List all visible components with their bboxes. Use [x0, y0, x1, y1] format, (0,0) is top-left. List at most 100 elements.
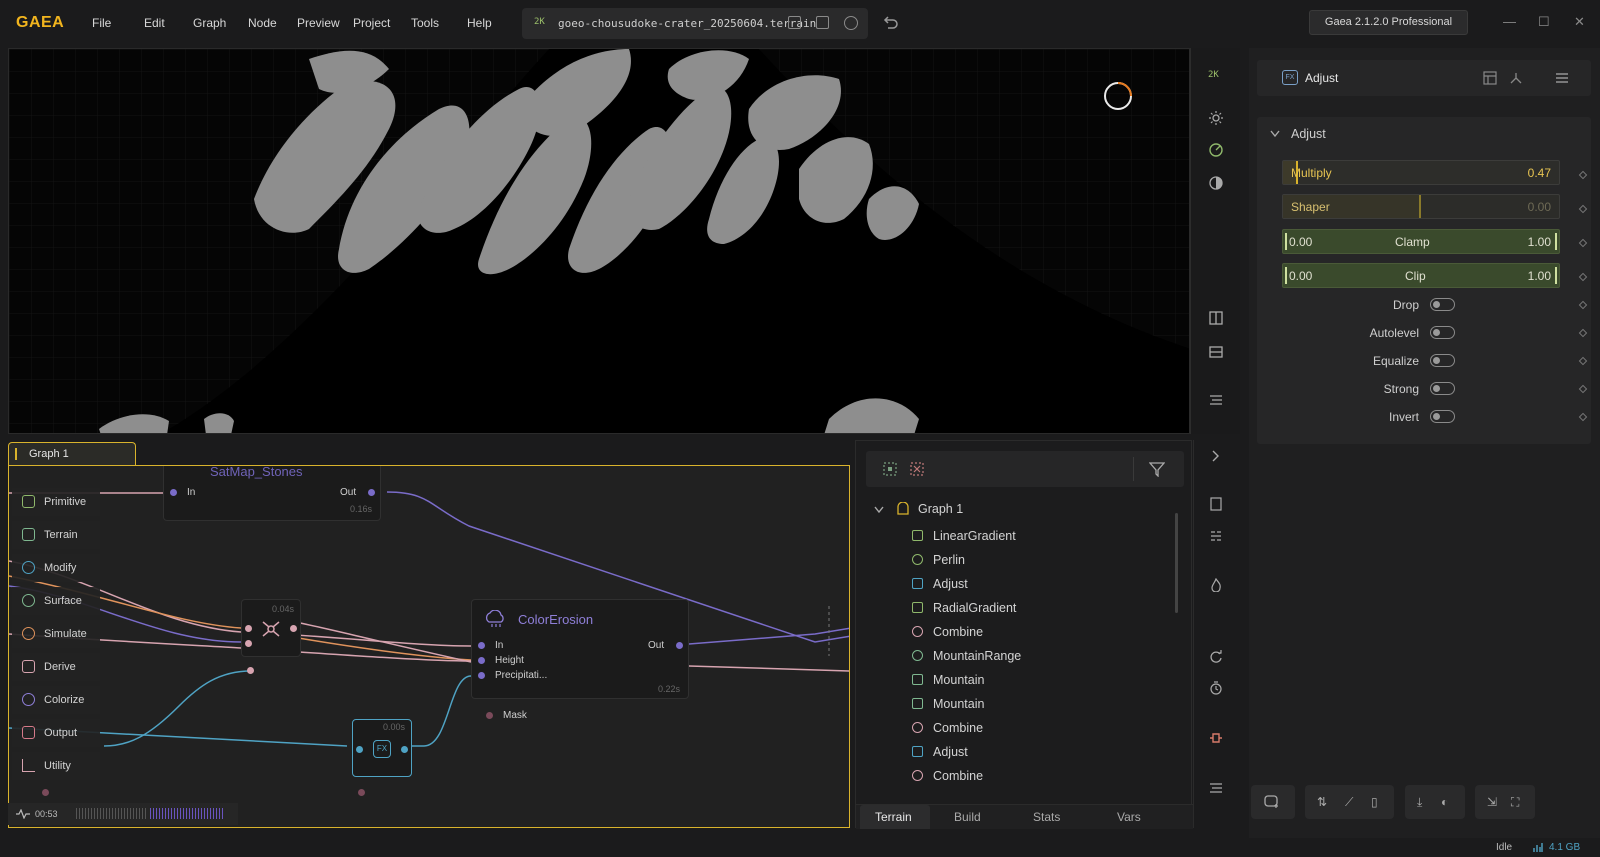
palette-surface[interactable]: Surface: [12, 587, 100, 615]
clamp-keyframe-icon[interactable]: [1578, 238, 1588, 248]
list-menu-icon[interactable]: [1209, 781, 1223, 795]
shaper-slider[interactable]: Shaper 0.00: [1282, 194, 1560, 219]
in-port[interactable]: [478, 642, 485, 649]
3d-viewport[interactable]: [8, 48, 1190, 434]
node-satmap-stones[interactable]: SatMap_Stones In Out 0.16s: [163, 466, 381, 521]
palette-terrain[interactable]: Terrain: [12, 521, 100, 549]
list-item[interactable]: Mountain: [856, 697, 1156, 714]
section-title[interactable]: Adjust: [1291, 127, 1326, 141]
list-item[interactable]: Perlin: [856, 553, 1156, 570]
drop-keyframe-icon[interactable]: [1578, 300, 1588, 310]
refresh-icon[interactable]: [1209, 650, 1223, 664]
undo-icon[interactable]: [882, 15, 898, 29]
tab-stats[interactable]: Stats: [1033, 810, 1060, 824]
palette-modify[interactable]: Modify: [12, 554, 100, 582]
autolevel-keyframe-icon[interactable]: [1578, 328, 1588, 338]
chevron-right-icon[interactable]: [1211, 450, 1221, 462]
palette-simulate[interactable]: Simulate: [12, 620, 100, 648]
input2-port[interactable]: [245, 640, 252, 647]
mask-port[interactable]: [486, 712, 493, 719]
layout-icon[interactable]: [1208, 344, 1224, 360]
chevron-down-icon[interactable]: [873, 505, 885, 515]
tab-graph-1[interactable]: Graph 1: [8, 442, 136, 466]
node-name[interactable]: Adjust: [1305, 71, 1338, 85]
menu-preview[interactable]: Preview: [297, 16, 340, 30]
palette-utility[interactable]: Utility: [12, 752, 100, 780]
list-item[interactable]: RadialGradient: [856, 601, 1156, 618]
clamp-min-handle[interactable]: [1285, 233, 1287, 250]
menu-project[interactable]: Project: [353, 16, 390, 30]
mask-port[interactable]: [247, 667, 254, 674]
in-port[interactable]: [356, 746, 363, 753]
save-as-icon[interactable]: [816, 16, 829, 29]
out-port[interactable]: [401, 746, 408, 753]
clamp-range[interactable]: 0.00 Clamp 1.00: [1282, 229, 1560, 254]
viewport-resolution-badge[interactable]: 2K: [1208, 70, 1219, 80]
multiply-keyframe-icon[interactable]: [1578, 170, 1588, 180]
list-item[interactable]: LinearGradient: [856, 529, 1156, 546]
align-icon[interactable]: ⇅: [1317, 795, 1327, 809]
equalize-keyframe-icon[interactable]: [1578, 356, 1588, 366]
node-colorerosion[interactable]: ColorErosion In Height Precipitati... Ou…: [471, 599, 689, 699]
list-scrollbar[interactable]: [1175, 513, 1178, 613]
menu-node[interactable]: Node: [248, 16, 277, 30]
mask-icon[interactable]: ◐: [1441, 795, 1448, 809]
menu-file[interactable]: File: [92, 16, 111, 30]
strong-toggle[interactable]: [1430, 382, 1455, 395]
out-port[interactable]: [676, 642, 683, 649]
sun-icon[interactable]: [1208, 110, 1224, 126]
palette-derive[interactable]: Derive: [12, 653, 100, 681]
list-item[interactable]: Mountain: [856, 673, 1156, 690]
list-item[interactable]: Combine: [856, 769, 1156, 786]
equalize-toggle[interactable]: [1430, 354, 1455, 367]
viewport-menu-icon[interactable]: [1208, 392, 1224, 408]
plugin-icon[interactable]: [1208, 731, 1224, 745]
precipitation-port[interactable]: [478, 672, 485, 679]
bake-icon[interactable]: ⤓: [1417, 795, 1422, 810]
properties-menu-icon[interactable]: [1555, 71, 1569, 85]
palette-colorize[interactable]: Colorize: [12, 686, 100, 714]
out-port[interactable]: [290, 625, 297, 632]
preview-toggle-icon[interactable]: [1483, 71, 1497, 85]
out-port[interactable]: [368, 489, 375, 496]
tab-terrain[interactable]: Terrain: [875, 810, 912, 824]
multiply-slider[interactable]: Multiply 0.47: [1282, 160, 1560, 185]
connect-icon[interactable]: ⟋: [1345, 795, 1353, 810]
palette-primitive[interactable]: Primitive: [12, 488, 100, 516]
clip-keyframe-icon[interactable]: [1578, 272, 1588, 282]
autolevel-toggle[interactable]: [1430, 326, 1455, 339]
drop-toggle[interactable]: [1430, 298, 1455, 311]
graph-root-label[interactable]: Graph 1: [918, 502, 963, 516]
menu-edit[interactable]: Edit: [144, 16, 165, 30]
split-view-icon[interactable]: [1208, 310, 1224, 326]
contrast-icon[interactable]: [1208, 175, 1224, 191]
menu-tools[interactable]: Tools: [411, 16, 439, 30]
maximize-icon[interactable]: ☐: [1538, 14, 1550, 30]
node-combine[interactable]: 0.04s: [241, 599, 301, 657]
in-port[interactable]: [170, 489, 177, 496]
flame-icon[interactable]: [1209, 578, 1223, 592]
menu-help[interactable]: Help: [467, 16, 492, 30]
list-item[interactable]: MountainRange: [856, 649, 1156, 666]
invert-keyframe-icon[interactable]: [1578, 412, 1588, 422]
select-all-icon[interactable]: [883, 462, 897, 476]
distribute-icon[interactable]: ▯: [1371, 795, 1378, 809]
timer-icon[interactable]: [1209, 681, 1223, 695]
clip-min-handle[interactable]: [1285, 267, 1287, 284]
list-item[interactable]: Adjust: [856, 745, 1156, 762]
fullscreen-icon[interactable]: ⛶: [1511, 795, 1519, 810]
save-icon[interactable]: [788, 16, 801, 29]
clamp-max-handle[interactable]: [1555, 233, 1557, 250]
clip-range[interactable]: 0.00 Clip 1.00: [1282, 263, 1560, 288]
chevron-down-icon[interactable]: [1269, 129, 1281, 139]
input-port[interactable]: [245, 625, 252, 632]
minimize-icon[interactable]: —: [1503, 14, 1516, 29]
layout-graph-icon[interactable]: [1209, 529, 1223, 543]
mask-port[interactable]: [42, 789, 49, 796]
deselect-icon[interactable]: [910, 462, 924, 476]
tab-vars[interactable]: Vars: [1117, 810, 1141, 824]
filter-icon[interactable]: [1149, 462, 1165, 477]
tab-build[interactable]: Build: [954, 810, 981, 824]
strong-keyframe-icon[interactable]: [1578, 384, 1588, 394]
add-node-icon[interactable]: [1264, 795, 1280, 809]
